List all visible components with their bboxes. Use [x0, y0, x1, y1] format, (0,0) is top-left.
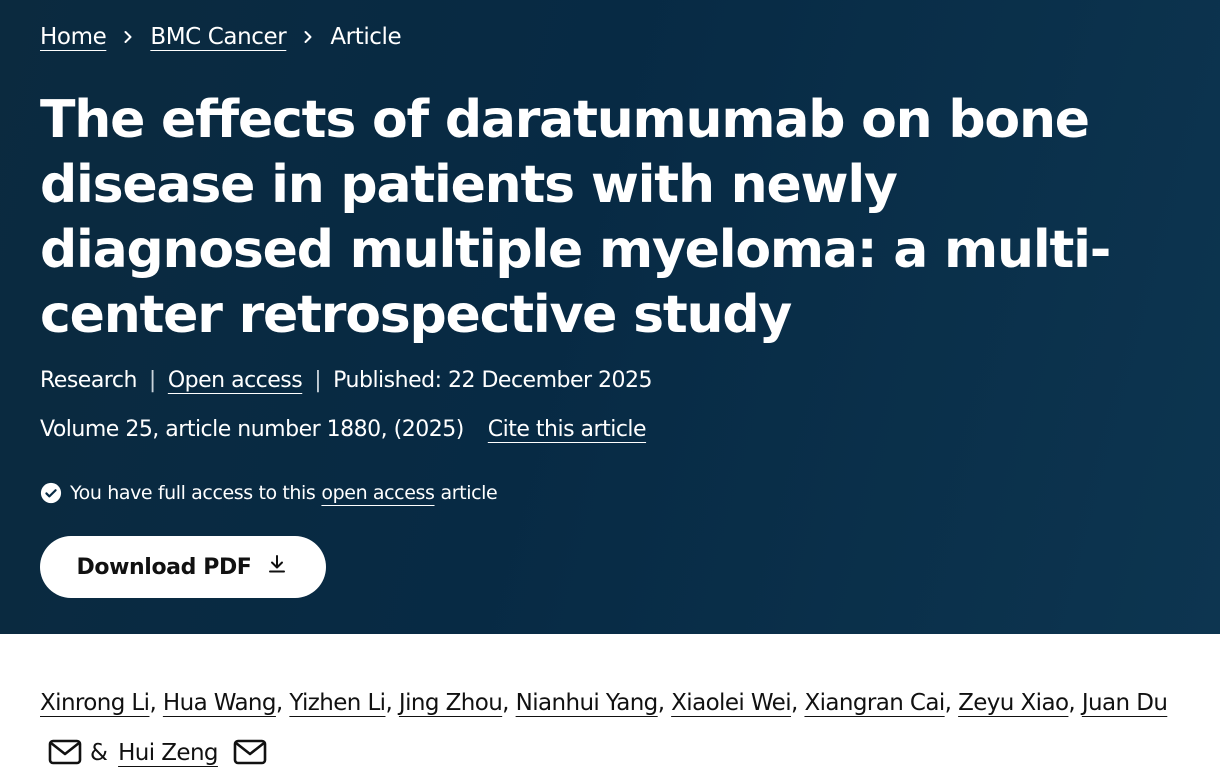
open-access-info-link[interactable]: open access [321, 482, 434, 504]
author-link[interactable]: Zeyu Xiao [958, 690, 1069, 716]
author-link[interactable]: Nianhui Yang [516, 690, 659, 716]
cite-article-link[interactable]: Cite this article [488, 417, 647, 442]
meta-divider: | [148, 368, 156, 393]
article-citation-info: Volume 25, article number 1880, (2025) C… [40, 417, 647, 442]
download-pdf-label: Download PDF [76, 554, 252, 580]
article-meta: Research | Open access | Published: 22 D… [40, 368, 653, 393]
author-link[interactable]: Xinrong Li [40, 690, 150, 716]
article-header: Home BMC Cancer Article The effects of d… [0, 0, 1220, 634]
access-text-suffix: article [440, 482, 498, 504]
author-conjunction: & [90, 740, 108, 766]
volume-info: Volume 25, article number 1880, (2025) [40, 417, 464, 442]
breadcrumb-journal-link[interactable]: BMC Cancer [150, 24, 286, 50]
mail-icon[interactable] [48, 733, 82, 765]
access-text-prefix: You have full access to this [70, 482, 316, 504]
author-link[interactable]: Hua Wang [163, 690, 277, 716]
chevron-right-icon [296, 25, 320, 49]
author-link[interactable]: Hui Zeng [118, 740, 218, 766]
chevron-right-icon [116, 25, 140, 49]
author-link[interactable]: Jing Zhou [399, 690, 503, 716]
mail-icon[interactable] [233, 733, 267, 765]
author-list: Xinrong Li, Hua Wang, Yizhen Li, Jing Zh… [40, 690, 1168, 766]
breadcrumb-home-link[interactable]: Home [40, 24, 107, 50]
check-circle-icon [40, 482, 62, 504]
download-pdf-button[interactable]: Download PDF [40, 536, 326, 598]
author-link[interactable]: Yizhen Li [289, 690, 386, 716]
author-link[interactable]: Xiaolei Wei [671, 690, 791, 716]
open-access-link[interactable]: Open access [168, 368, 303, 393]
download-icon [265, 552, 289, 582]
meta-divider: | [314, 368, 322, 393]
access-notice: You have full access to this open access… [40, 482, 498, 504]
author-link[interactable]: Xiangran Cai [804, 690, 945, 716]
article-type: Research [40, 368, 137, 393]
breadcrumb-current: Article [330, 24, 402, 50]
published-date: Published: 22 December 2025 [333, 368, 653, 393]
author-link[interactable]: Juan Du [1082, 690, 1168, 716]
breadcrumb: Home BMC Cancer Article [40, 24, 402, 50]
article-title: The effects of daratumumab on bone disea… [40, 90, 1111, 345]
